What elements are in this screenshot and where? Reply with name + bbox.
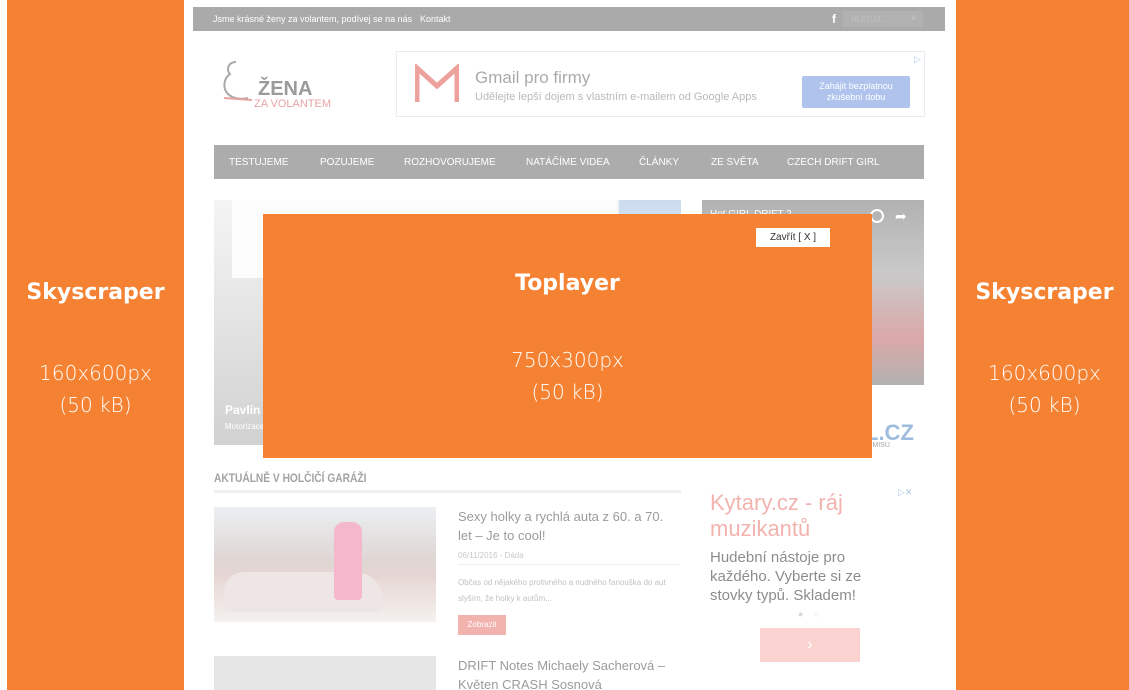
- post-thumbnail[interactable]: [214, 507, 436, 622]
- skyscraper-left-filesize: (50 kB): [59, 393, 132, 417]
- girl-image: [334, 522, 362, 600]
- nav-item-rozhovorujeme[interactable]: ROZHOVORUJEME: [404, 157, 496, 168]
- main-navigation: TESTUJEME POZUJEME ROZHOVORUJEME NATÁČÍM…: [214, 145, 924, 179]
- site-logo[interactable]: ŽENA ZA VOLANTEM: [218, 58, 338, 110]
- toplayer-filesize: (50 kB): [531, 380, 604, 404]
- close-toplayer-button[interactable]: Zavřít [ X ]: [756, 228, 830, 247]
- post-meta: 06/11/2016 - Dáda: [458, 551, 524, 560]
- skyscraper-right-filesize: (50 kB): [1008, 393, 1081, 417]
- post-title[interactable]: Sexy holky a rychlá auta z 60. a 70. let…: [458, 507, 678, 545]
- facebook-icon[interactable]: f: [832, 12, 836, 26]
- skyscraper-left-ad[interactable]: Skyscraper 160x600px (50 kB): [7, 0, 184, 690]
- post-divider: [458, 564, 680, 565]
- nav-item-clanky[interactable]: ČLÁNKY: [639, 157, 679, 168]
- toplayer-dimensions: 750x300px: [511, 348, 624, 372]
- share-icon[interactable]: ➦: [895, 208, 907, 225]
- watch-later-icon[interactable]: [870, 209, 884, 223]
- gmail-banner-ad[interactable]: Gmail pro firmy Udělejte lepší dojem s v…: [396, 51, 925, 117]
- kytary-text-ad[interactable]: Kytary.cz - ráj muzikantů Hudební nástoj…: [702, 485, 924, 665]
- skyscraper-left-title: Skyscraper: [26, 280, 165, 305]
- toplayer-ad[interactable]: Zavřít [ X ] Toplayer 750x300px (50 kB): [263, 214, 872, 458]
- adchoices-close-icon[interactable]: ▷✕: [898, 487, 912, 498]
- search-icon[interactable]: ⌕: [911, 12, 917, 23]
- topbar-contact-link[interactable]: Kontakt: [420, 14, 451, 24]
- nav-item-czech-drift-girl[interactable]: CZECH DRIFT GIRL: [787, 157, 880, 168]
- slider-title[interactable]: Pavlín: [225, 403, 260, 417]
- skyscraper-right-size: 160x600px (50 kB): [956, 357, 1129, 421]
- nav-item-pozujeme[interactable]: POZUJEME: [320, 157, 374, 168]
- toplayer-size: 750x300px (50 kB): [263, 344, 872, 408]
- gmail-ad-subtitle: Udělejte lepší dojem s vlastním e-mailem…: [475, 91, 757, 103]
- kytary-ad-description: Hudební nástoje pro každého. Vyberte si …: [710, 549, 862, 604]
- post-title-2[interactable]: DRIFT Notes Michaely Sacherová – Květen …: [458, 656, 678, 690]
- gmail-trial-button[interactable]: Zahájit bezplatnou zkušební dobu: [802, 76, 910, 108]
- read-more-button[interactable]: Zobrazit: [458, 615, 506, 635]
- skyscraper-right-title: Skyscraper: [975, 280, 1114, 305]
- topbar-about-link[interactable]: Jsme krásné ženy za volantem, podívej se…: [213, 14, 412, 24]
- nav-item-ze-sveta[interactable]: ZE SVĚTA: [711, 157, 759, 168]
- carousel-dots[interactable]: ● ○: [798, 609, 823, 619]
- nav-item-testujeme[interactable]: TESTUJEME: [229, 157, 288, 168]
- kytary-ad-title[interactable]: Kytary.cz - ráj muzikantů: [710, 490, 885, 542]
- skyscraper-right-dimensions: 160x600px: [988, 361, 1101, 385]
- adchoices-icon[interactable]: ▷: [914, 54, 921, 65]
- logo-tagline: ZA VOLANTEM: [254, 98, 332, 110]
- kytary-next-button[interactable]: ›: [760, 628, 860, 662]
- skyscraper-left-dimensions: 160x600px: [39, 361, 152, 385]
- top-bar: Jsme krásné ženy za volantem, podívej se…: [193, 7, 945, 31]
- post-excerpt: Občas od nějakého protivného a nudného f…: [458, 578, 666, 603]
- toplayer-title: Toplayer: [515, 271, 620, 296]
- skyscraper-right-ad[interactable]: Skyscraper 160x600px (50 kB): [956, 0, 1129, 690]
- gmail-icon: [415, 64, 459, 102]
- section-heading-text: AKTUÁLNĚ V HOLČIČÍ GARÁŽI: [214, 471, 367, 485]
- post-thumbnail-2[interactable]: [214, 656, 436, 690]
- slider-subtitle: Motorizace: [225, 422, 265, 431]
- woman-silhouette-icon: [223, 61, 253, 101]
- gmail-ad-title: Gmail pro firmy: [475, 68, 591, 87]
- section-heading: AKTUÁLNĚ V HOLČIČÍ GARÁŽI: [214, 465, 681, 493]
- nav-item-natacime-videa[interactable]: NATÁČÍME VIDEA: [526, 157, 610, 168]
- skyscraper-left-size: 160x600px (50 kB): [7, 357, 184, 421]
